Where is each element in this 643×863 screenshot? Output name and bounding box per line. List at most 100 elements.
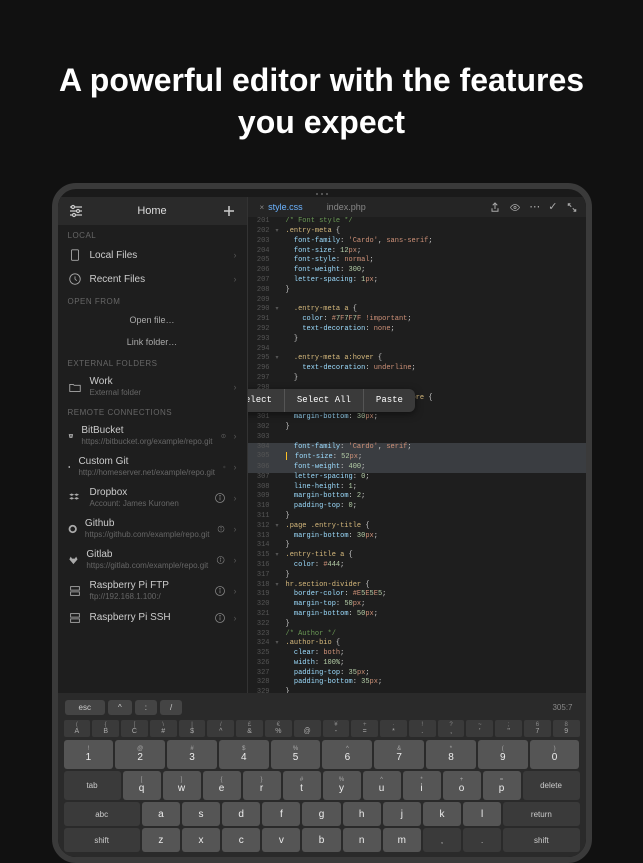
key-r[interactable]: }r [243, 771, 281, 800]
key-symbol[interactable]: 67 [524, 720, 551, 737]
key-symbol[interactable]: [C [121, 720, 148, 737]
code-line[interactable]: 315▾.entry-title a { [248, 551, 586, 561]
share-icon[interactable] [489, 200, 501, 215]
sidebar-item-gitlab[interactable]: Gitlabhttps://gitlab.com/example/repo.gi… [58, 544, 247, 575]
code-line[interactable]: 311 } [248, 512, 586, 522]
key-u[interactable]: ^u [363, 771, 401, 800]
code-line[interactable]: 328 padding-bottom: 35px; [248, 678, 586, 688]
code-line[interactable]: 301 margin-bottom: 30px; [248, 413, 586, 423]
code-line[interactable]: 326 width: 100%; [248, 659, 586, 669]
settings-icon[interactable] [68, 203, 84, 219]
expand-icon[interactable] [566, 200, 578, 215]
key-symbol[interactable]: €% [265, 720, 292, 737]
context-select[interactable]: Select [248, 389, 285, 412]
key-symbol[interactable]: += [351, 720, 378, 737]
key-m[interactable]: m [383, 828, 421, 852]
key-symbol[interactable]: |$ [179, 720, 206, 737]
link-folder-button[interactable]: Link folder… [58, 331, 247, 353]
info-icon[interactable] [217, 523, 225, 535]
key-symbol[interactable]: ?, [438, 720, 465, 737]
key-caret[interactable]: ^ [108, 700, 132, 715]
code-line[interactable]: 203 font-family: 'Cardo', sans-serif; [248, 237, 586, 247]
sidebar-item-work[interactable]: Work External folder › [58, 371, 247, 402]
code-line[interactable]: 310 padding-top: 0; [248, 502, 586, 512]
check-icon[interactable]: ✓ [548, 200, 557, 215]
code-line[interactable]: 321 margin-bottom: 50px; [248, 610, 586, 620]
code-line[interactable]: 324▾.author-bio { [248, 639, 586, 649]
key-symbol[interactable]: ·* [380, 720, 407, 737]
tab-style-css[interactable]: × style.css [248, 199, 315, 215]
sidebar-item-raspberry-pi-ftp[interactable]: Raspberry Pi FTPftp://192.168.1.100:/ › [58, 575, 247, 606]
info-icon[interactable] [216, 554, 225, 566]
key-1[interactable]: !1 [64, 740, 114, 769]
key-colon[interactable]: : [135, 700, 157, 715]
key-e[interactable]: {e [203, 771, 241, 800]
code-line[interactable]: 204 font-size: 12px; [248, 247, 586, 257]
key-s[interactable]: s [182, 802, 220, 826]
code-line[interactable]: 294 [248, 345, 586, 355]
key-symbol[interactable]: ¥- [323, 720, 350, 737]
code-line[interactable]: 305 font-size: 52px; [248, 452, 586, 463]
code-line[interactable]: 323 /* Author */ [248, 630, 586, 640]
code-line[interactable]: 291 color: #7F7F7F !important; [248, 315, 586, 325]
key-p[interactable]: =p [483, 771, 521, 800]
code-line[interactable]: 329 } [248, 688, 586, 693]
code-line[interactable]: 304 font-family: 'Cardo', serif; [248, 443, 586, 453]
key-n[interactable]: n [343, 828, 381, 852]
key-j[interactable]: j [383, 802, 421, 826]
sidebar-item-custom-git[interactable]: Custom Githttp://homeserver.net/example/… [58, 451, 247, 482]
tab-index-php[interactable]: index.php [315, 199, 378, 215]
code-line[interactable]: 205 font-style: normal; [248, 256, 586, 266]
code-line[interactable]: 322 } [248, 620, 586, 630]
key-6[interactable]: ^6 [322, 740, 372, 769]
key-v[interactable]: v [262, 828, 300, 852]
key-c[interactable]: c [222, 828, 260, 852]
key-symbol[interactable]: 89 [553, 720, 580, 737]
key-z[interactable]: z [142, 828, 180, 852]
key-symbol[interactable]: \# [150, 720, 177, 737]
code-line[interactable]: 208 } [248, 286, 586, 296]
key-w[interactable]: ]w [163, 771, 201, 800]
key-o[interactable]: +o [443, 771, 481, 800]
key-9[interactable]: (9 [478, 740, 528, 769]
eye-icon[interactable] [509, 200, 521, 215]
info-icon[interactable] [223, 461, 226, 473]
info-icon[interactable] [214, 612, 226, 624]
key-5[interactable]: %5 [271, 740, 321, 769]
key-b[interactable]: b [302, 828, 340, 852]
code-line[interactable]: 308 line-height: 1; [248, 483, 586, 493]
code-line[interactable]: 312▾.page .entry-title { [248, 522, 586, 532]
code-line[interactable]: 319 border-color: #E5E5E5; [248, 590, 586, 600]
key-f[interactable]: f [262, 802, 300, 826]
more-icon[interactable]: ⋯ [529, 200, 540, 215]
open-file-button[interactable]: Open file… [58, 309, 247, 331]
key-tab[interactable]: tab [64, 771, 121, 800]
code-line[interactable]: 297 } [248, 374, 586, 384]
key-h[interactable]: h [343, 802, 381, 826]
code-line[interactable]: 296 text-decoration: underline; [248, 364, 586, 374]
sidebar-item-local-files[interactable]: Local Files › [58, 243, 247, 267]
code-line[interactable]: 293 } [248, 335, 586, 345]
key-symbol[interactable]: !. [409, 720, 436, 737]
key-period[interactable]: . [463, 828, 501, 852]
key-symbol[interactable]: _@ [294, 720, 321, 737]
code-line[interactable]: 295▾ .entry-meta a:hover { [248, 354, 586, 364]
key-3[interactable]: #3 [167, 740, 217, 769]
key-shift-left[interactable]: shift [64, 828, 140, 852]
key-y[interactable]: %y [323, 771, 361, 800]
code-line[interactable]: 327 padding-top: 35px; [248, 669, 586, 679]
key-0[interactable]: )0 [530, 740, 580, 769]
context-paste[interactable]: Paste [364, 389, 415, 412]
code-line[interactable]: 307 letter-spacing: 0; [248, 473, 586, 483]
code-line[interactable]: 209 [248, 296, 586, 306]
code-line[interactable]: 206 font-weight: 300; [248, 266, 586, 276]
key-4[interactable]: $4 [219, 740, 269, 769]
close-icon[interactable]: × [260, 203, 265, 212]
code-line[interactable]: 316 color: #444; [248, 561, 586, 571]
code-line[interactable]: 290▾ .entry-meta a { [248, 305, 586, 315]
key-t[interactable]: #t [283, 771, 321, 800]
key-esc[interactable]: esc [65, 700, 105, 715]
context-select-all[interactable]: Select All [285, 389, 364, 412]
key-a[interactable]: a [142, 802, 180, 826]
key-g[interactable]: g [302, 802, 340, 826]
